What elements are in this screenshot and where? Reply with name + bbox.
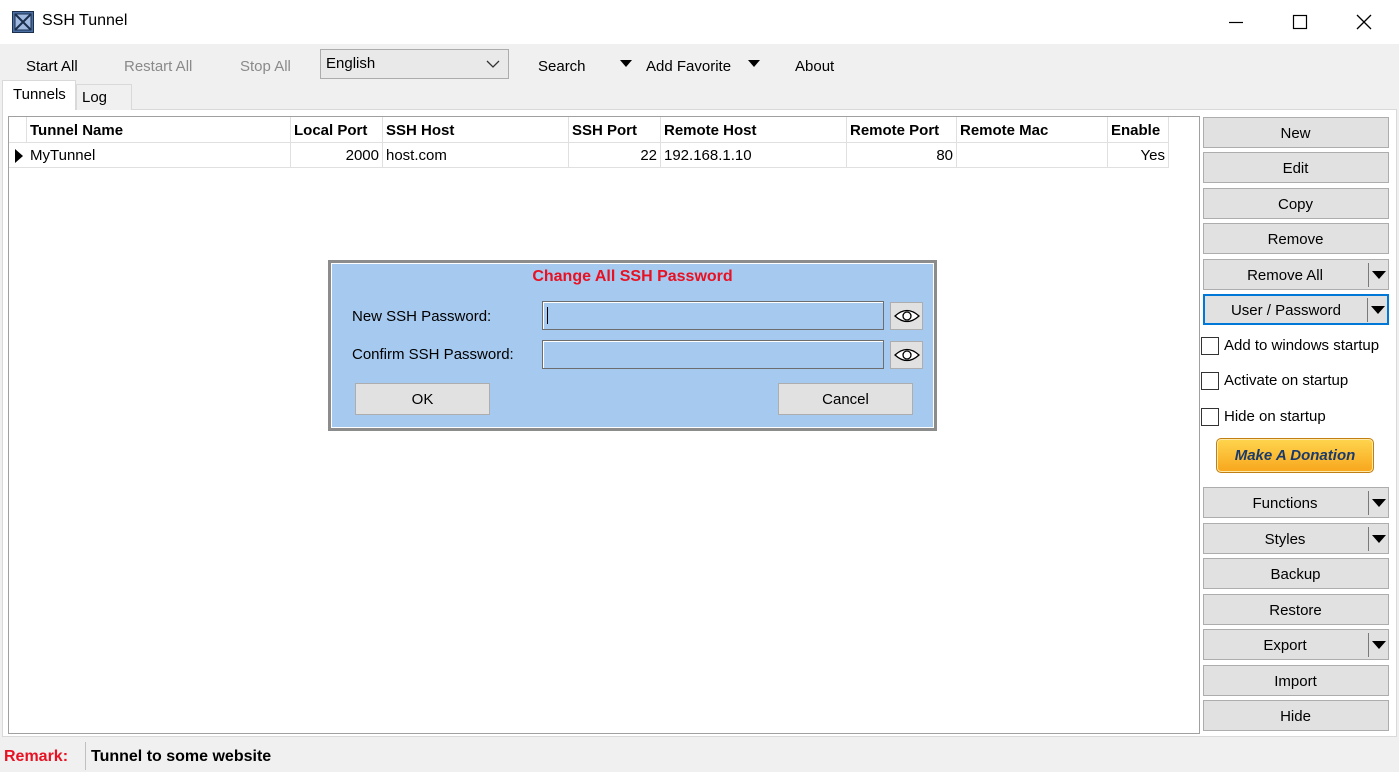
eye-icon [894,348,920,362]
minimize-button[interactable] [1204,0,1268,44]
title-bar: SSH Tunnel [0,0,1399,44]
ok-button[interactable]: OK [355,383,490,415]
col-remote-host[interactable]: Remote Host [661,117,847,143]
maximize-icon [1292,14,1308,30]
checkbox-icon [1201,372,1219,390]
search-button[interactable]: Search [538,58,586,75]
remark-label: Remark: [4,748,69,765]
close-icon [1356,14,1372,30]
hide-startup-label: Hide on startup [1224,408,1326,425]
col-ssh-port[interactable]: SSH Port [569,117,661,143]
import-button[interactable]: Import [1203,665,1389,696]
row-indicator-header [9,117,27,143]
export-dropdown-icon[interactable] [1368,633,1388,657]
language-select[interactable]: English [320,49,509,79]
change-password-dialog: Change All SSH Password New SSH Password… [328,260,937,431]
export-button[interactable]: Export [1203,629,1389,660]
hide-label: Hide [1280,708,1311,725]
status-bar: Remark: Tunnel to some website [0,740,1399,772]
app-icon [12,11,34,33]
remark-value: Tunnel to some website [91,748,272,765]
table-header: Tunnel Name Local Port SSH Host SSH Port… [9,117,1169,143]
col-tunnel-name[interactable]: Tunnel Name [27,117,291,143]
restart-all-button[interactable]: Restart All [124,58,192,75]
maximize-button[interactable] [1268,0,1332,44]
text-caret [547,307,548,324]
functions-button[interactable]: Functions [1203,487,1389,518]
import-label: Import [1274,673,1317,690]
show-confirm-password-button[interactable] [890,341,923,369]
styles-label: Styles [1264,531,1306,548]
donate-button[interactable]: Make A Donation [1216,438,1374,473]
confirm-password-label: Confirm SSH Password: [352,346,514,363]
cell-local-port: 2000 [291,143,383,168]
window-title: SSH Tunnel [42,12,128,29]
cell-enable: Yes [1108,143,1169,168]
table-row[interactable]: MyTunnel 2000 host.com 22 192.168.1.10 8… [9,143,1169,168]
backup-button[interactable]: Backup [1203,558,1389,589]
new-button-label: New [1280,125,1311,142]
add-favorite-dropdown-icon[interactable] [748,60,760,67]
row-pointer-icon [15,149,23,163]
styles-button[interactable]: Styles [1203,523,1389,554]
toolbar: Start All Restart All Stop All English S… [0,44,1399,82]
about-button[interactable]: About [795,58,834,75]
col-local-port[interactable]: Local Port [291,117,383,143]
col-remote-port[interactable]: Remote Port [847,117,957,143]
confirm-password-input[interactable] [542,340,884,369]
edit-button[interactable]: Edit [1203,152,1389,183]
hide-button[interactable]: Hide [1203,700,1389,731]
cell-remote-port: 80 [847,143,957,168]
cell-ssh-port: 22 [569,143,661,168]
remove-all-label: Remove All [1247,267,1323,284]
col-enable[interactable]: Enable [1108,117,1169,143]
status-separator [85,742,86,770]
cell-ssh-host: host.com [383,143,569,168]
functions-label: Functions [1252,495,1318,512]
chevron-down-icon [486,60,500,68]
tab-tunnels[interactable]: Tunnels [2,80,76,110]
new-password-input[interactable] [542,301,884,330]
tab-log[interactable]: Log [76,84,132,110]
export-label: Export [1263,637,1307,654]
remove-button[interactable]: Remove [1203,223,1389,254]
minimize-icon [1229,21,1243,24]
remove-all-button[interactable]: Remove All [1203,259,1389,290]
dialog-title: Change All SSH Password [532,268,733,285]
activate-startup-label: Activate on startup [1224,372,1349,389]
edit-button-label: Edit [1282,160,1309,177]
col-remote-mac[interactable]: Remote Mac [957,117,1108,143]
start-all-button[interactable]: Start All [26,58,78,75]
show-new-password-button[interactable] [890,302,923,330]
copy-button-label: Copy [1277,196,1314,213]
restore-label: Restore [1269,602,1322,619]
language-value: English [326,55,376,72]
new-button[interactable]: New [1203,117,1389,148]
user-password-dropdown-icon[interactable] [1367,298,1387,322]
col-ssh-host[interactable]: SSH Host [383,117,569,143]
add-favorite-button[interactable]: Add Favorite [646,58,731,75]
stop-all-button[interactable]: Stop All [240,58,291,75]
backup-label: Backup [1270,566,1321,583]
restore-button[interactable]: Restore [1203,594,1389,625]
cell-tunnel-name: MyTunnel [27,143,291,168]
user-password-button[interactable]: User / Password [1203,294,1389,325]
add-startup-label: Add to windows startup [1224,337,1380,354]
remove-button-label: Remove [1267,231,1324,248]
cancel-button[interactable]: Cancel [778,383,913,415]
user-password-label: User / Password [1230,302,1342,319]
cell-remote-mac [957,143,1108,168]
cell-remote-host: 192.168.1.10 [661,143,847,168]
checkbox-icon [1201,408,1219,426]
remove-all-dropdown-icon[interactable] [1368,263,1388,287]
close-button[interactable] [1332,0,1396,44]
copy-button[interactable]: Copy [1203,188,1389,219]
checkbox-icon [1201,337,1219,355]
styles-dropdown-icon[interactable] [1368,527,1388,551]
new-password-label: New SSH Password: [352,308,492,325]
functions-dropdown-icon[interactable] [1368,491,1388,515]
eye-icon [894,309,920,323]
search-dropdown-icon[interactable] [620,60,632,67]
